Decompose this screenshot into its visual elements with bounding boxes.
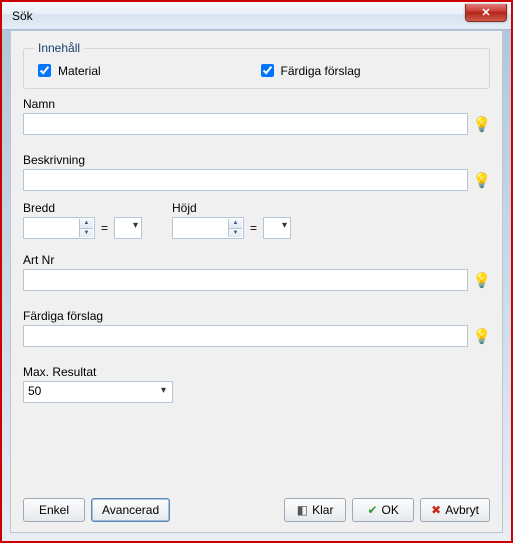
label-artnr: Art Nr bbox=[23, 253, 490, 267]
avancerad-button[interactable]: Avancerad bbox=[91, 498, 170, 522]
checkbox-material-label: Material bbox=[58, 64, 101, 78]
avbryt-button[interactable]: ✖ Avbryt bbox=[420, 498, 490, 522]
spin-up-icon[interactable]: ▲ bbox=[79, 219, 93, 229]
titlebar: Sök ✕ bbox=[2, 2, 511, 30]
input-beskrivning[interactable] bbox=[23, 169, 468, 191]
field-beskrivning: Beskrivning 💡 bbox=[23, 153, 490, 191]
label-bredd: Bredd bbox=[23, 201, 142, 215]
label-namn: Namn bbox=[23, 97, 490, 111]
field-hojd: Höjd ▲ ▼ = bbox=[172, 201, 291, 239]
field-max-resultat: Max. Resultat 50 bbox=[23, 365, 490, 403]
field-namn: Namn 💡 bbox=[23, 97, 490, 135]
klar-button[interactable]: ◧ Klar bbox=[284, 498, 346, 522]
combo-max-resultat[interactable]: 50 bbox=[23, 381, 173, 403]
button-bar: Enkel Avancerad ◧ Klar ✔ OK ✖ Avbryt bbox=[23, 498, 490, 522]
content-groupbox: Innehåll Material Färdiga förslag bbox=[23, 41, 490, 89]
field-fardiga-forslag: Färdiga förslag 💡 bbox=[23, 309, 490, 347]
hint-icon[interactable]: 💡 bbox=[474, 116, 490, 132]
window-title: Sök bbox=[8, 9, 33, 23]
checkbox-material-input[interactable] bbox=[38, 64, 51, 77]
combo-bredd-op[interactable] bbox=[114, 217, 142, 239]
eraser-icon: ◧ bbox=[297, 504, 308, 516]
spin-down-icon[interactable]: ▼ bbox=[79, 229, 93, 238]
checkbox-material[interactable]: Material bbox=[34, 61, 257, 80]
field-bredd: Bredd ▲ ▼ = bbox=[23, 201, 142, 239]
input-namn[interactable] bbox=[23, 113, 468, 135]
checkbox-fardiga-forslag[interactable]: Färdiga förslag bbox=[257, 61, 480, 80]
label-beskrivning: Beskrivning bbox=[23, 153, 490, 167]
operator-label: = bbox=[248, 221, 259, 235]
hint-icon[interactable]: 💡 bbox=[474, 272, 490, 288]
check-icon: ✔ bbox=[367, 504, 377, 516]
dimensions-row: Bredd ▲ ▼ = Höjd ▲ ▼ bbox=[23, 201, 490, 239]
groupbox-legend: Innehåll bbox=[34, 41, 84, 55]
combo-max-resultat-value: 50 bbox=[28, 384, 41, 398]
hint-icon[interactable]: 💡 bbox=[474, 172, 490, 188]
spin-down-icon[interactable]: ▼ bbox=[228, 229, 242, 238]
cancel-icon: ✖ bbox=[431, 504, 441, 516]
label-hojd: Höjd bbox=[172, 201, 291, 215]
window-body: Innehåll Material Färdiga förslag Namn 💡… bbox=[10, 30, 503, 533]
close-button[interactable]: ✕ bbox=[465, 4, 507, 22]
ok-button[interactable]: ✔ OK bbox=[352, 498, 414, 522]
label-fardiga-forslag: Färdiga förslag bbox=[23, 309, 490, 323]
checkbox-fardiga-input[interactable] bbox=[261, 64, 274, 77]
enkel-button[interactable]: Enkel bbox=[23, 498, 85, 522]
input-fardiga-forslag[interactable] bbox=[23, 325, 468, 347]
hint-icon[interactable]: 💡 bbox=[474, 328, 490, 344]
checkbox-fardiga-label: Färdiga förslag bbox=[281, 64, 361, 78]
input-artnr[interactable] bbox=[23, 269, 468, 291]
spinner-hojd[interactable]: ▲ ▼ bbox=[172, 217, 244, 239]
spin-up-icon[interactable]: ▲ bbox=[228, 219, 242, 229]
field-artnr: Art Nr 💡 bbox=[23, 253, 490, 291]
close-icon: ✕ bbox=[481, 6, 490, 19]
operator-label: = bbox=[99, 221, 110, 235]
spinner-bredd[interactable]: ▲ ▼ bbox=[23, 217, 95, 239]
combo-hojd-op[interactable] bbox=[263, 217, 291, 239]
label-max-resultat: Max. Resultat bbox=[23, 365, 490, 379]
